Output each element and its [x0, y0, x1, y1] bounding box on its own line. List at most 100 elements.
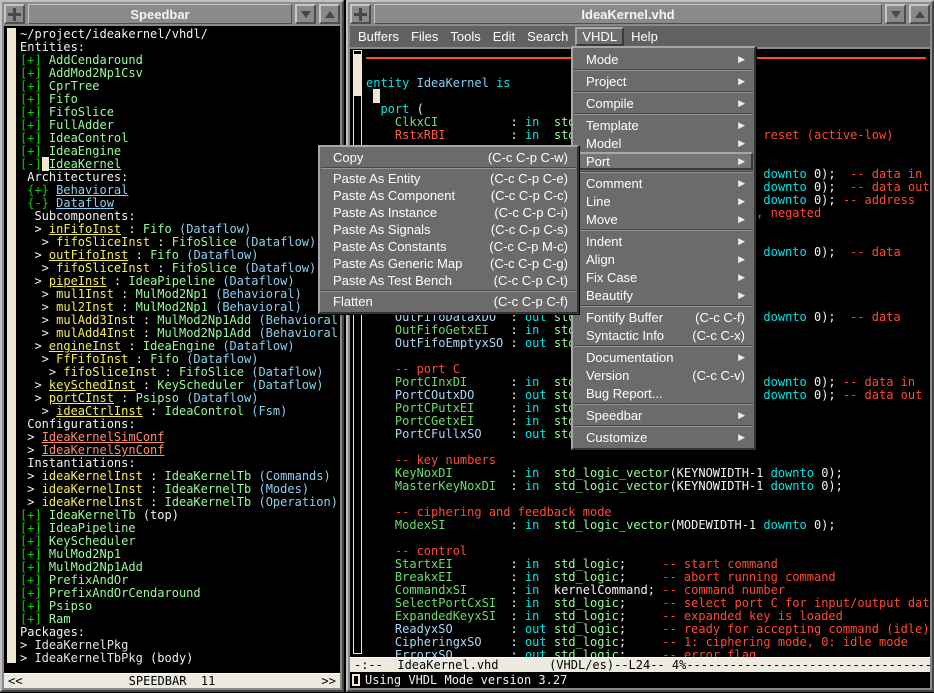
text-span: (Behavioral) — [258, 313, 340, 327]
text-span: 0); — [814, 466, 843, 480]
text-span: downto — [763, 167, 806, 181]
text-span — [366, 336, 395, 350]
text-span: IdeaKernelPkg — [34, 638, 128, 652]
speedbar-link[interactable]: Dataflow — [56, 196, 114, 210]
text-span: (Operation) — [258, 495, 337, 509]
text-span: {+} — [20, 183, 56, 197]
menu-item-bug-report[interactable]: Bug Report... — [574, 384, 753, 402]
menu-item-flatten[interactable]: Flatten(C-c C-p C-f) — [321, 293, 576, 310]
text-span: : — [121, 222, 143, 236]
text-span: [+] — [20, 599, 49, 613]
text-span: downto — [763, 245, 806, 259]
menu-item-mode[interactable]: Mode▶ — [574, 50, 753, 68]
speedbar-link[interactable]: Behavioral — [56, 183, 128, 197]
speedbar-link[interactable]: ideaCtrlInst — [56, 404, 143, 418]
text-span: : — [143, 495, 165, 509]
menu-item-paste-as-entity[interactable]: Paste As Entity(C-c C-p C-e) — [321, 170, 576, 187]
menu-item-documentation[interactable]: Documentation▶ — [574, 348, 753, 366]
text-span: entity — [366, 76, 409, 90]
menu-item-beautify[interactable]: Beautify▶ — [574, 286, 753, 304]
menubar-item-help[interactable]: Help — [626, 28, 663, 45]
menu-item-template[interactable]: Template▶ — [574, 116, 753, 134]
speedbar-scrollbar[interactable] — [4, 26, 18, 673]
menu-item-paste-as-generic-map[interactable]: Paste As Generic Map(C-c C-p C-g) — [321, 255, 576, 272]
text-span: is — [496, 76, 510, 90]
submenu-arrow-icon: ▶ — [738, 254, 745, 265]
menu-item-speedbar[interactable]: Speedbar▶ — [574, 406, 753, 424]
menu-item-version[interactable]: Version(C-c C-v) — [574, 366, 753, 384]
menubar-item-buffers[interactable]: Buffers — [353, 28, 404, 45]
editor-scrollbar[interactable] — [350, 49, 364, 657]
menubar-item-tools[interactable]: Tools — [445, 28, 485, 45]
speedbar-tree[interactable]: ~/project/ideakernel/vhdl/Entities:[+] A… — [18, 26, 340, 673]
window-menu-button[interactable] — [350, 4, 371, 24]
menu-item-paste-as-component[interactable]: Paste As Component(C-c C-p C-c) — [321, 187, 576, 204]
speedbar-link[interactable]: outFifoInst — [49, 248, 128, 262]
menu-item-copy[interactable]: Copy(C-c C-p C-w) — [321, 149, 576, 166]
menu-item-customize[interactable]: Customize▶ — [574, 428, 753, 446]
speedbar-link[interactable]: keySchedInst — [49, 378, 136, 392]
text-span: ; — [619, 570, 662, 584]
menu-item-fix-case[interactable]: Fix Case▶ — [574, 268, 753, 286]
text-span: in — [525, 609, 539, 623]
speedbar-link[interactable]: inFifoInst — [49, 222, 121, 236]
echo-area[interactable]: Using VHDL Mode version 3.27 — [350, 672, 930, 688]
menu-item-align[interactable]: Align▶ — [574, 250, 753, 268]
text-span — [539, 518, 553, 532]
text-span — [366, 362, 395, 376]
menu-item-comment[interactable]: Comment▶ — [574, 174, 753, 192]
menu-item-port[interactable]: Port▶ — [574, 152, 753, 170]
text-span — [366, 128, 395, 142]
menu-item-paste-as-instance[interactable]: Paste As Instance(C-c C-p C-i) — [321, 204, 576, 221]
speedbar-link[interactable]: IdeaKernel — [49, 157, 121, 171]
menu-item-indent[interactable]: Indent▶ — [574, 232, 753, 250]
speedbar-link[interactable]: pipeInst — [49, 274, 107, 288]
speedbar-link[interactable]: IdeaKernelSimConf — [42, 430, 165, 444]
scroll-right-indicator[interactable]: >> — [322, 674, 336, 688]
submenu-arrow-icon: ▶ — [738, 432, 745, 443]
menu-item-paste-as-signals[interactable]: Paste As Signals(C-c C-p C-s) — [321, 221, 576, 238]
speedbar-link[interactable]: engineInst — [49, 339, 121, 353]
text-span: : — [128, 248, 150, 262]
menu-item-project[interactable]: Project▶ — [574, 72, 753, 90]
menu-item-line[interactable]: Line▶ — [574, 192, 753, 210]
menu-item-model[interactable]: Model▶ — [574, 134, 753, 152]
text-span: > — [20, 430, 42, 444]
text-span: : — [511, 323, 525, 337]
menu-item-label: Template — [586, 118, 639, 133]
maximize-button[interactable] — [909, 4, 930, 24]
scrollbar-thumb[interactable] — [354, 54, 361, 96]
maximize-button[interactable] — [319, 4, 340, 24]
text-span: [+] — [20, 573, 49, 587]
iconify-button[interactable] — [295, 4, 316, 24]
text-span — [366, 583, 395, 597]
text-span: StartxEI — [395, 557, 511, 571]
speedbar-link[interactable]: IdeaKernelSynConf — [42, 443, 165, 457]
text-span: IdeaControl — [165, 404, 244, 418]
menu-item-label: Fontify Buffer — [586, 310, 663, 325]
menu-item-paste-as-constants[interactable]: Paste As Constants(C-c C-p M-c) — [321, 238, 576, 255]
menu-item-move[interactable]: Move▶ — [574, 210, 753, 228]
text-span: IdeaKernelTbPkg — [34, 651, 142, 665]
scrollbar-thumb[interactable] — [7, 28, 16, 663]
menubar-item-vhdl[interactable]: VHDL — [575, 27, 624, 46]
scroll-left-indicator[interactable]: << — [8, 674, 22, 688]
iconify-button[interactable] — [885, 4, 906, 24]
speedbar-line[interactable]: > IdeaKernelTbPkg (body) — [20, 652, 340, 665]
menu-item-label: Port — [586, 154, 610, 169]
text-span: MulMod2Np1Add — [157, 326, 251, 340]
menu-item-syntactic-info[interactable]: Syntactic Info(C-c C-x) — [574, 326, 753, 344]
scrollbar-trough[interactable] — [353, 50, 362, 654]
menu-separator — [574, 171, 753, 173]
menubar-item-edit[interactable]: Edit — [488, 28, 520, 45]
menu-item-paste-as-test-bench[interactable]: Paste As Test Bench(C-c C-p C-t) — [321, 272, 576, 289]
text-span: 0); — [807, 245, 850, 259]
menu-item-compile[interactable]: Compile▶ — [574, 94, 753, 112]
menubar-item-search[interactable]: Search — [522, 28, 573, 45]
menu-item-fontify-buffer[interactable]: Fontify Buffer(C-c C-f) — [574, 308, 753, 326]
speedbar-link[interactable]: portCInst — [49, 391, 114, 405]
echo-message: Using VHDL Mode version 3.27 — [365, 673, 567, 687]
text-span: > — [20, 482, 42, 496]
window-menu-button[interactable] — [4, 4, 25, 24]
menubar-item-files[interactable]: Files — [406, 28, 443, 45]
